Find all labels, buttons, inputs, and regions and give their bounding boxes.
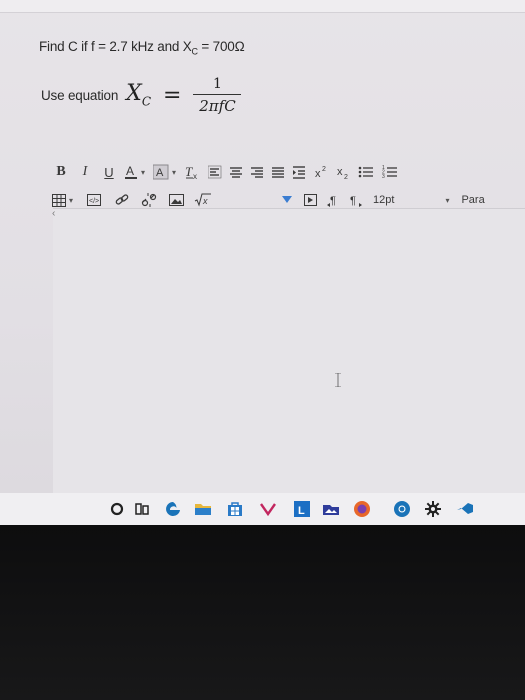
editor-toolbar: B I U A ▾ A ▾ Tx x 2 x 2 1 2 3 ▾ </> x ¶… [52, 160, 525, 210]
svg-text:x: x [315, 168, 321, 179]
insert-image-button[interactable] [169, 190, 185, 210]
align-center-button[interactable] [229, 162, 243, 182]
highlight-color-button[interactable]: A ▾ [153, 162, 176, 182]
align-left-icon [208, 165, 222, 179]
align-center-icon [230, 167, 243, 178]
question-text: Find C if f = 2.7 kHz and XC = 700Ω [39, 39, 245, 57]
embed-media-button[interactable]: </> [87, 190, 102, 210]
bold-button[interactable]: B [52, 162, 70, 182]
bullet-list-icon [358, 166, 374, 178]
equation-block: Use equation XC = 1 2πfC [41, 73, 242, 117]
more-tools-button[interactable] [282, 190, 293, 210]
preview-button[interactable] [304, 190, 318, 210]
subscript-icon: x2 [337, 166, 348, 179]
ltr-button[interactable]: ¶ [327, 190, 341, 210]
chevron-down-icon: ▾ [69, 195, 74, 205]
edge-icon[interactable] [164, 500, 182, 518]
subscript-button[interactable]: x2 [336, 162, 350, 182]
screen: Find C if f = 2.7 kHz and XC = 700Ω Use … [0, 0, 525, 525]
numbered-list-icon: 123 [382, 165, 398, 179]
svg-text:2: 2 [322, 166, 326, 173]
store-icon[interactable] [226, 500, 244, 518]
monitor-bezel [0, 525, 525, 700]
browser-top-edge [0, 0, 525, 13]
equation-denominator: 2πfC [199, 96, 236, 115]
equation-numerator: 1 [213, 75, 222, 92]
svg-text:A: A [126, 164, 134, 178]
svg-text:T: T [185, 164, 193, 179]
rich-text-editor[interactable] [53, 208, 525, 496]
align-left-button[interactable] [208, 162, 222, 182]
svg-text:¶: ¶ [330, 195, 336, 207]
chevron-down-icon: ▾ [172, 167, 177, 177]
link-icon [115, 194, 129, 205]
svg-text:L: L [298, 505, 305, 517]
svg-text:x: x [202, 196, 208, 206]
photos-icon[interactable] [322, 500, 340, 518]
equation-label: Use equation [41, 87, 119, 103]
embed-icon: </> [87, 194, 102, 206]
equation-equals: = [163, 82, 182, 108]
indent-button[interactable] [292, 162, 306, 182]
firefox-icon[interactable] [353, 500, 371, 518]
rtl-button[interactable]: ¶ [349, 190, 363, 210]
cortana-icon[interactable] [108, 500, 126, 518]
highlight-icon: A [153, 164, 169, 180]
chevron-down-icon: ▾ [141, 167, 146, 177]
svg-text:x: x [193, 172, 197, 180]
windows-taskbar: L [0, 493, 525, 525]
clear-formatting-icon: Tx [185, 164, 197, 180]
numbered-list-button[interactable]: 123 [382, 162, 398, 182]
mail-icon[interactable] [259, 500, 277, 518]
svg-text:x: x [337, 166, 343, 178]
paragraph-format-select[interactable]: Para [461, 190, 484, 210]
file-explorer-icon[interactable] [194, 500, 212, 518]
unlink-icon [141, 193, 157, 207]
equation-lhs: XC [126, 81, 152, 109]
table-icon [52, 193, 66, 207]
align-justify-icon [272, 167, 285, 178]
editor-scroll-left-icon[interactable]: ‹ [52, 208, 66, 220]
preview-icon [304, 194, 318, 206]
chrome-icon[interactable] [393, 500, 411, 518]
svg-text:</>: </> [89, 198, 99, 205]
font-size-select[interactable]: 12pt [373, 190, 394, 210]
superscript-button[interactable]: x2 [314, 162, 328, 182]
insert-link-button[interactable] [115, 190, 129, 210]
italic-button[interactable]: I [76, 162, 94, 182]
image-icon [169, 194, 185, 206]
paragraph-ltr-icon: ¶ [327, 195, 336, 207]
chevron-down-icon [282, 196, 293, 203]
text-color-icon: A [125, 164, 137, 179]
clear-formatting-button[interactable]: Tx [184, 162, 200, 182]
outlook-icon[interactable]: L [293, 500, 311, 518]
visual-studio-icon[interactable] [456, 500, 474, 518]
align-right-icon [251, 167, 264, 178]
square-root-icon: x [194, 193, 212, 207]
task-view-icon[interactable] [133, 500, 151, 518]
svg-text:¶: ¶ [350, 195, 356, 207]
superscript-icon: x2 [315, 166, 326, 179]
paragraph-rtl-icon: ¶ [350, 195, 363, 207]
bullet-list-button[interactable] [358, 162, 374, 182]
font-size-dropdown-arrow[interactable]: ▾ [442, 190, 449, 210]
unlink-button[interactable] [141, 190, 157, 210]
svg-text:3: 3 [382, 174, 385, 179]
text-cursor-icon [335, 373, 341, 387]
text-color-button[interactable]: A ▾ [124, 162, 145, 182]
svg-text:2: 2 [344, 174, 348, 179]
toolbar-row-1: B I U A ▾ A ▾ Tx x 2 x 2 1 2 3 [52, 161, 398, 183]
insert-math-button[interactable]: x [194, 190, 212, 210]
settings-icon[interactable] [424, 500, 442, 518]
svg-text:A: A [156, 167, 164, 179]
equation-fraction: 1 2πfC [193, 75, 242, 115]
indent-icon [293, 166, 306, 179]
table-button[interactable]: ▾ [52, 190, 73, 210]
underline-button[interactable]: U [100, 162, 118, 182]
chevron-down-icon: ▾ [445, 195, 450, 205]
align-right-button[interactable] [250, 162, 264, 182]
align-justify-button[interactable] [271, 162, 285, 182]
